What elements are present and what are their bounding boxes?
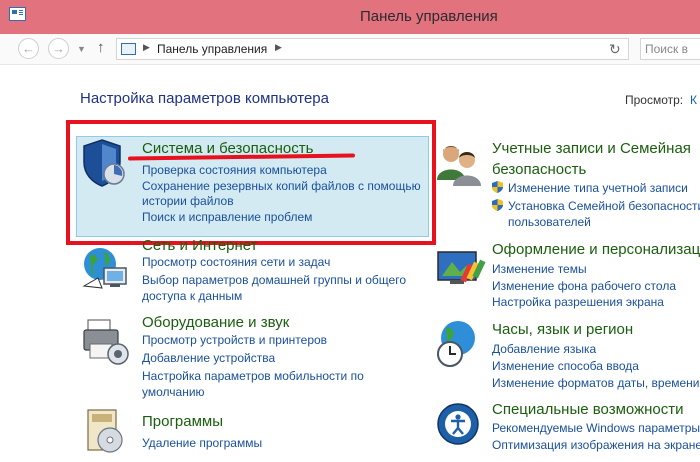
category-accessibility-title[interactable]: Специальные возможности <box>492 401 684 418</box>
up-button[interactable]: ↑ <box>97 39 105 56</box>
users-icon <box>437 146 481 186</box>
link-optimize-display[interactable]: Оптимизация изображения на экране <box>492 438 700 452</box>
control-panel-crumb-icon <box>121 43 136 55</box>
arrow-up-icon: ↑ <box>97 39 105 56</box>
arrow-left-icon: ← <box>22 41 35 56</box>
link-screen-resolution[interactable]: Настройка разрешения экрана <box>492 295 664 309</box>
link-change-theme[interactable]: Изменение темы <box>492 262 587 276</box>
category-hardware-sound-title[interactable]: Оборудование и звук <box>142 314 289 331</box>
page-title: Настройка параметров компьютера <box>80 90 329 107</box>
uac-shield-icon <box>492 181 503 193</box>
search-placeholder: Поиск в <box>645 42 688 56</box>
view-by-dropdown[interactable]: К <box>690 93 697 107</box>
category-clock-language-title[interactable]: Часы, язык и регион <box>492 321 633 338</box>
control-panel-icon[interactable] <box>9 7 26 21</box>
appearance-icon <box>437 251 486 284</box>
uac-shield-icon <box>492 199 503 211</box>
breadcrumb-chevron-icon[interactable]: ▶ <box>143 42 150 53</box>
link-mobility-settings-cont[interactable]: умолчанию <box>142 385 205 399</box>
refresh-button[interactable]: ↻ <box>609 41 621 58</box>
link-change-formats[interactable]: Изменение форматов даты, времени <box>492 376 700 390</box>
title-bar: Панель управления <box>0 0 700 34</box>
breadcrumb[interactable]: ▶ Панель управления ▶ ▼ <box>116 38 700 60</box>
link-windows-recommended-settings[interactable]: Рекомендуемые Windows параметры <box>492 421 700 435</box>
link-family-safety-cont[interactable]: пользователей <box>508 215 591 229</box>
link-homegroup-sharing-cont[interactable]: доступа к данным <box>142 289 242 303</box>
address-bar: ← → ▼ ↑ ▶ Панель управления ▶ ▼ ↻ Поиск … <box>0 34 700 65</box>
link-add-device[interactable]: Добавление устройства <box>142 351 275 365</box>
link-homegroup-sharing[interactable]: Выбор параметров домашней группы и общег… <box>142 273 406 287</box>
link-add-language[interactable]: Добавление языка <box>492 342 596 356</box>
recent-pages-chevron-icon[interactable]: ▼ <box>77 44 86 54</box>
link-family-safety[interactable]: Установка Семейной безопасности <box>508 199 700 213</box>
window-title: Панель управления <box>360 8 498 25</box>
printer-icon <box>83 319 129 365</box>
link-network-status-tasks[interactable]: Просмотр состояния сети и задач <box>142 255 330 269</box>
category-user-accounts-title[interactable]: Учетные записи и Семейная <box>492 140 691 157</box>
category-appearance-title[interactable]: Оформление и персонализация <box>492 241 700 258</box>
link-change-account-type[interactable]: Изменение типа учетной записи <box>508 181 688 195</box>
link-devices-printers[interactable]: Просмотр устройств и принтеров <box>142 333 327 347</box>
arrow-right-icon: → <box>52 41 65 56</box>
accessibility-icon <box>437 403 479 445</box>
programs-icon <box>87 409 123 453</box>
annotation-red-frame <box>66 120 436 245</box>
view-by-label: Просмотр: <box>625 93 684 107</box>
link-change-desktop-background[interactable]: Изменение фона рабочего стола <box>492 279 676 293</box>
clock-globe-icon <box>437 321 475 367</box>
search-input[interactable]: Поиск в <box>640 38 700 60</box>
category-network-internet-title[interactable]: Сеть и Интернет <box>142 237 258 254</box>
forward-button[interactable]: → <box>48 38 69 59</box>
refresh-icon: ↻ <box>609 41 621 57</box>
back-button[interactable]: ← <box>18 38 39 59</box>
network-globe-icon <box>82 248 127 289</box>
link-change-input-method[interactable]: Изменение способа ввода <box>492 359 639 373</box>
category-user-accounts-title-cont[interactable]: безопасность <box>492 161 586 178</box>
breadcrumb-chevron-icon[interactable]: ▶ <box>275 42 282 53</box>
link-mobility-settings[interactable]: Настройка параметров мобильности по <box>142 369 364 383</box>
category-programs-title[interactable]: Программы <box>142 413 223 430</box>
link-uninstall-program[interactable]: Удаление программы <box>142 436 262 450</box>
breadcrumb-item-control-panel[interactable]: Панель управления <box>157 42 267 56</box>
